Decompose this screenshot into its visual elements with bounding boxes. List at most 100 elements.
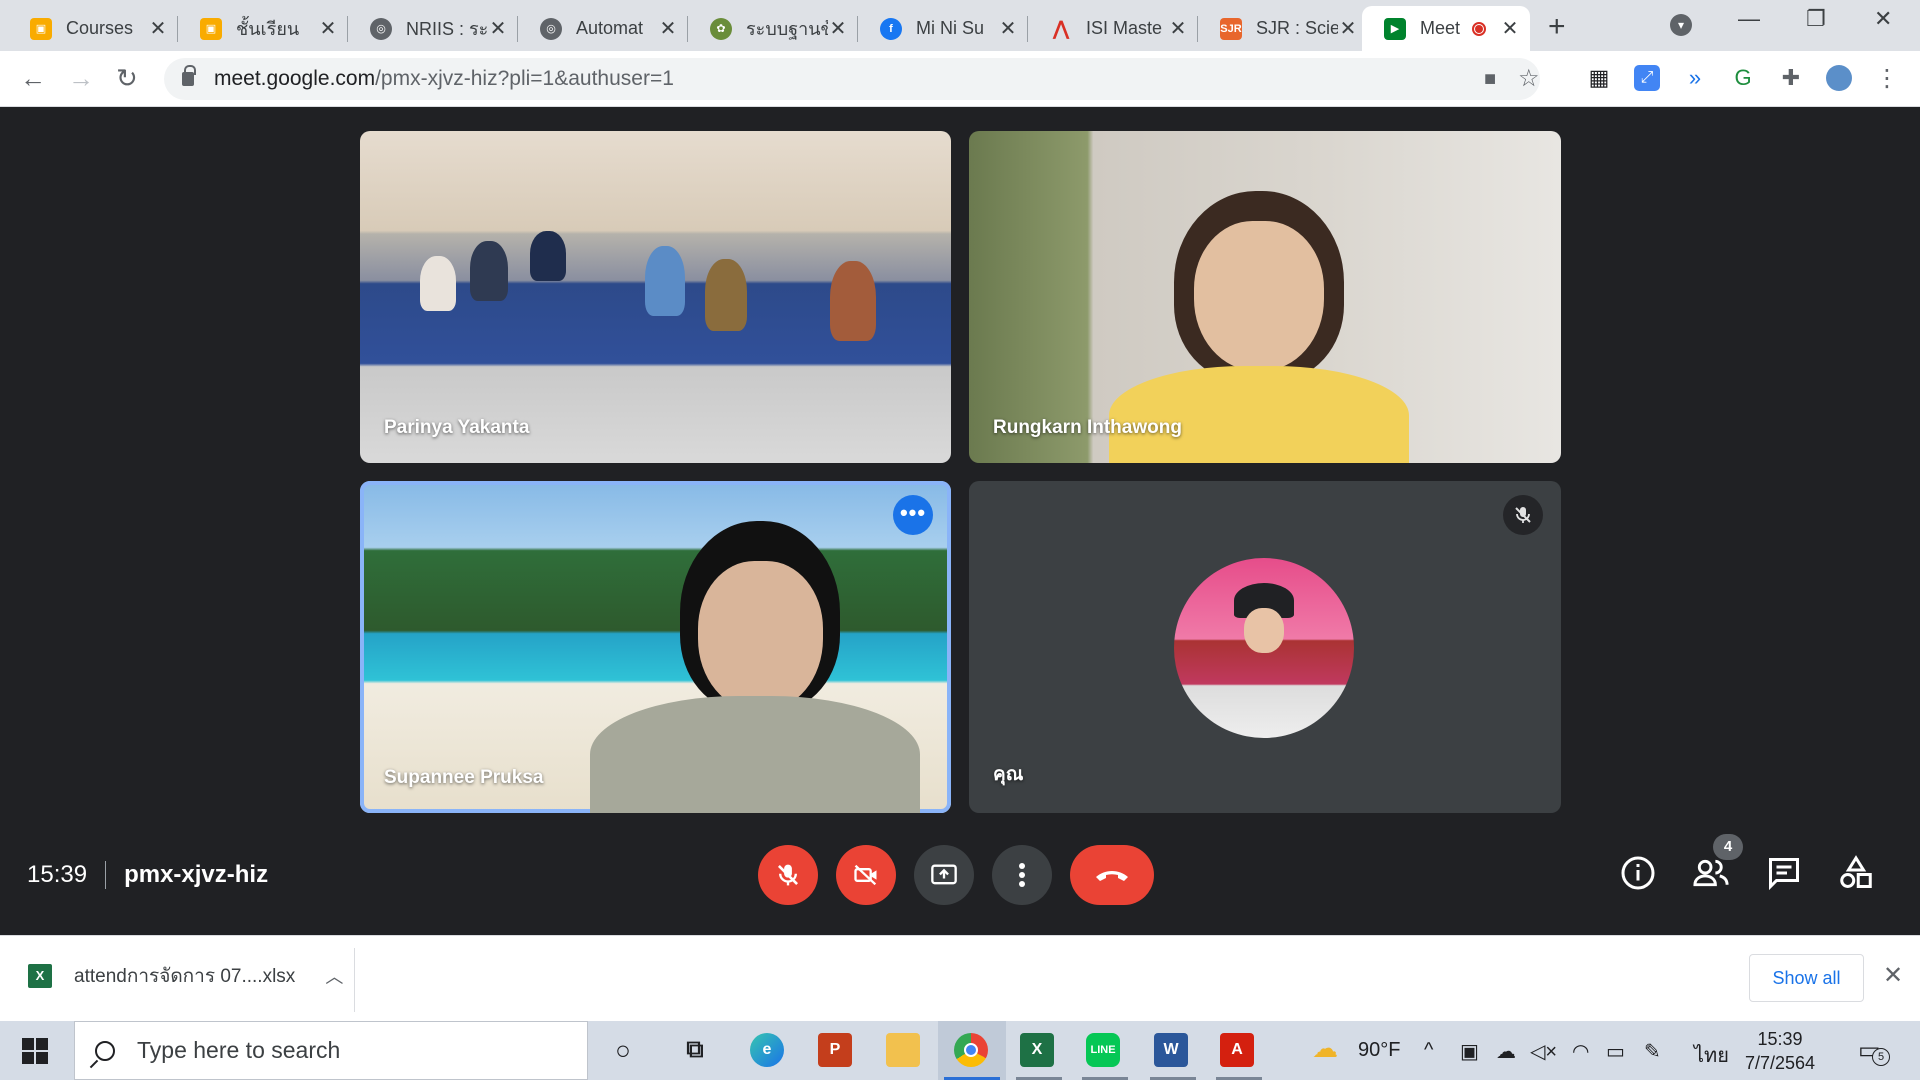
mic-toggle-button[interactable] xyxy=(758,845,818,905)
acrobat-icon[interactable]: A xyxy=(1220,1033,1254,1067)
close-icon[interactable]: ✕ xyxy=(998,16,1018,41)
system-clock[interactable]: 15:39 7/7/2564 xyxy=(1745,1027,1815,1075)
browser-tab[interactable]: ⋀ ISI Maste ✕ xyxy=(1028,6,1198,51)
onedrive-icon[interactable]: ☁ xyxy=(1496,1039,1516,1064)
windows-start-button[interactable] xyxy=(22,1038,48,1064)
camera-icon[interactable]: ■ xyxy=(1484,68,1496,91)
browser-tab[interactable]: ◎ Automat ✕ xyxy=(518,6,688,51)
browser-tab[interactable]: ◎ NRIIS : ระ ✕ xyxy=(348,6,518,51)
download-item[interactable]: X attendการจัดการ 07....xlsx ︿ xyxy=(28,961,343,991)
close-download-bar-button[interactable]: ✕ xyxy=(1883,961,1903,990)
notifications-button[interactable]: ▭ 5 xyxy=(1858,1036,1890,1066)
participant-tile-active-speaker[interactable]: ••• Supannee Pruksa xyxy=(360,481,951,813)
more-menu-icon[interactable]: ⋮ xyxy=(1874,65,1900,92)
participant-tile-self[interactable]: คุณ xyxy=(969,481,1561,813)
cortana-icon[interactable]: ○ xyxy=(606,1033,640,1067)
extensions-puzzle-icon[interactable]: ✚ xyxy=(1778,65,1804,91)
word-icon[interactable]: W xyxy=(1154,1033,1188,1067)
tab-search-button[interactable]: ▾ xyxy=(1670,14,1692,36)
close-icon[interactable]: ✕ xyxy=(1168,16,1188,41)
more-options-button[interactable] xyxy=(992,845,1052,905)
classroom-icon: ▣ xyxy=(30,17,52,40)
close-icon[interactable]: ✕ xyxy=(1500,16,1520,41)
clock-date: 7/7/2564 xyxy=(1745,1053,1816,1073)
bookmark-star-icon[interactable]: ☆ xyxy=(1518,64,1540,93)
people-button[interactable] xyxy=(1692,855,1732,895)
new-tab-button[interactable]: + xyxy=(1548,10,1566,44)
chevron-up-icon[interactable]: ︿ xyxy=(325,963,343,989)
tab-title: Courses xyxy=(66,18,134,38)
camera-off-icon xyxy=(854,864,877,886)
clock-time: 15:39 xyxy=(1757,1029,1803,1049)
activities-icon xyxy=(1840,855,1872,888)
back-button[interactable]: ← xyxy=(20,63,46,94)
grid-extension-icon[interactable]: ▦ xyxy=(1586,65,1612,91)
globe-icon: ◎ xyxy=(540,17,562,40)
reload-button[interactable]: ↻ xyxy=(116,63,138,94)
leave-call-button[interactable] xyxy=(1070,845,1154,905)
grammar-extension-icon[interactable]: G xyxy=(1730,65,1756,91)
tab-title: SJR : Scie xyxy=(1256,18,1338,38)
show-all-downloads-button[interactable]: Show all xyxy=(1749,954,1864,1002)
participant-tile[interactable]: Parinya Yakanta xyxy=(360,131,951,463)
restore-button[interactable]: ❐ xyxy=(1806,6,1826,32)
url-path: /pmx-xjvz-hiz?pli=1&authuser=1 xyxy=(375,67,674,90)
tab-title: ระบบฐานข้ xyxy=(746,19,828,39)
minimize-button[interactable]: — xyxy=(1738,6,1760,32)
forward-button[interactable]: → xyxy=(68,63,94,94)
chevron-up-icon[interactable]: ^ xyxy=(1424,1039,1433,1062)
address-bar[interactable]: meet.google.com/pmx-xjvz-hiz?pli=1&authu… xyxy=(164,58,1540,100)
participant-tile[interactable]: Rungkarn Inthawong xyxy=(969,131,1561,463)
info-icon xyxy=(1621,856,1655,890)
pen-icon[interactable]: ✎ xyxy=(1644,1039,1661,1064)
wifi-icon[interactable]: ◠ xyxy=(1572,1039,1589,1064)
input-language[interactable]: ไทย xyxy=(1694,1039,1729,1071)
browser-tab[interactable]: ▣ Courses ✕ xyxy=(8,6,178,51)
close-icon[interactable]: ✕ xyxy=(828,16,848,41)
security-icon[interactable]: ▣ xyxy=(1460,1039,1479,1064)
meet-icon: ▶ xyxy=(1384,17,1406,40)
browser-tab-strip: ▣ Courses ✕ ▣ ชั้นเรียน ✕ ◎ NRIIS : ระ ✕… xyxy=(0,0,1920,51)
weather-temp[interactable]: 90°F xyxy=(1358,1039,1400,1062)
task-view-icon[interactable]: ⧉ xyxy=(678,1033,712,1067)
close-icon[interactable]: ✕ xyxy=(318,16,338,41)
window-close-button[interactable]: ✕ xyxy=(1874,6,1892,32)
battery-icon[interactable]: ▭ xyxy=(1606,1039,1625,1064)
chat-button[interactable] xyxy=(1766,855,1806,895)
taskbar-search-box[interactable]: Type here to search xyxy=(74,1021,588,1080)
powerpoint-icon[interactable]: P xyxy=(818,1033,852,1067)
tab-title: ชั้นเรียน xyxy=(236,19,300,39)
file-explorer-icon[interactable] xyxy=(886,1033,920,1067)
browser-tab[interactable]: SJR SJR : Scie ✕ xyxy=(1198,6,1368,51)
close-icon[interactable]: ✕ xyxy=(488,16,508,41)
close-icon[interactable]: ✕ xyxy=(1338,16,1358,41)
browser-tab[interactable]: ▣ ชั้นเรียน ✕ xyxy=(178,6,348,51)
globe-icon: ◎ xyxy=(370,17,392,40)
participant-name: Supannee Pruksa xyxy=(384,767,544,788)
browser-tab[interactable]: ✿ ระบบฐานข้ ✕ xyxy=(688,6,858,51)
volume-muted-icon[interactable]: ◁× xyxy=(1530,1039,1557,1064)
browser-tab-active[interactable]: ▶ Meet ✕ xyxy=(1362,6,1530,51)
line-icon[interactable]: LINE xyxy=(1086,1033,1120,1067)
zoom-extension-icon[interactable]: ⤢ xyxy=(1634,65,1660,91)
camera-toggle-button[interactable] xyxy=(836,845,896,905)
profile-avatar[interactable] xyxy=(1826,65,1852,91)
edge-icon[interactable]: e xyxy=(750,1033,784,1067)
meeting-details-button[interactable] xyxy=(1620,855,1660,895)
present-icon xyxy=(931,864,957,885)
more-options-button[interactable]: ••• xyxy=(893,495,933,535)
meeting-time: 15:39 xyxy=(27,861,88,888)
chrome-icon[interactable] xyxy=(954,1033,988,1067)
present-screen-button[interactable] xyxy=(914,845,974,905)
activities-button[interactable] xyxy=(1838,855,1878,895)
seal-icon: ✿ xyxy=(710,17,732,40)
lock-icon xyxy=(182,65,196,86)
close-icon[interactable]: ✕ xyxy=(658,16,678,41)
search-placeholder: Type here to search xyxy=(137,1037,341,1063)
reader-extension-icon[interactable]: » xyxy=(1682,65,1708,91)
browser-tab[interactable]: f Mi Ni Su ✕ xyxy=(858,6,1028,51)
sjr-icon: SJR xyxy=(1220,17,1242,40)
weather-icon[interactable]: ☁ xyxy=(1312,1033,1338,1064)
excel-icon[interactable]: X xyxy=(1020,1033,1054,1067)
close-icon[interactable]: ✕ xyxy=(148,16,168,41)
